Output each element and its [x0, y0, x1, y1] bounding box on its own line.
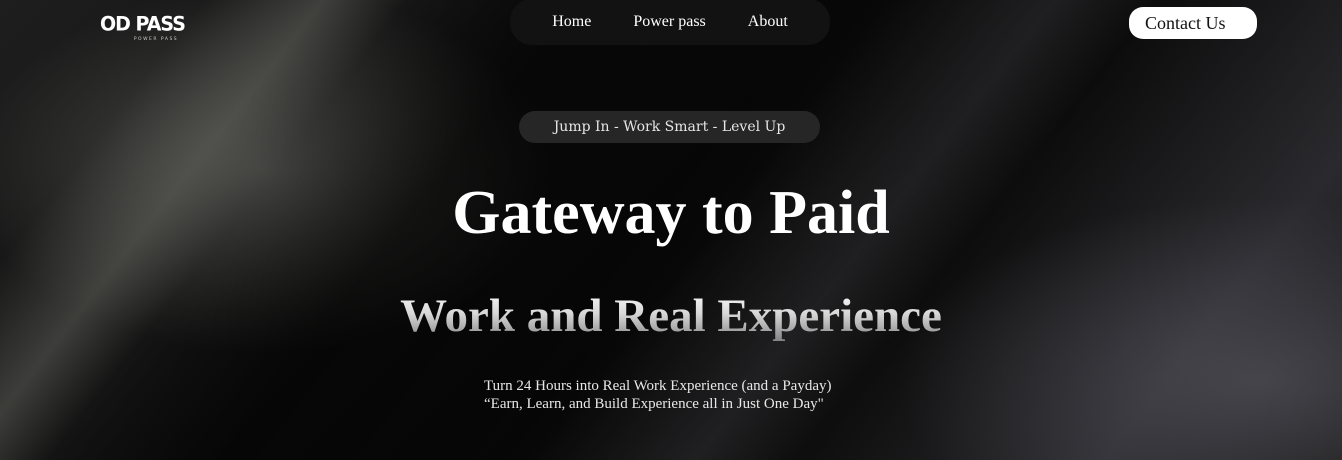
- hero-subtitle-line-2: “Earn, Learn, and Build Experience all i…: [484, 396, 824, 412]
- nav-item-about[interactable]: About: [748, 13, 788, 31]
- logo-subtext: POWER PASS: [133, 37, 179, 42]
- logo-text: OD PASS: [100, 12, 186, 36]
- nav-item-power-pass[interactable]: Power pass: [633, 13, 705, 31]
- hero-title-secondary: Work and Real Experience: [0, 288, 1342, 344]
- contact-us-button[interactable]: Contact Us: [1129, 7, 1257, 39]
- nav-item-home[interactable]: Home: [552, 13, 591, 31]
- main-nav: Home Power pass About: [510, 0, 830, 45]
- hero-subtitle: Turn 24 Hours into Real Work Experience …: [484, 377, 831, 413]
- brand-logo[interactable]: OD PASS POWER PASS: [100, 12, 192, 50]
- hero-title: Gateway to Paid: [452, 179, 890, 247]
- landing-page: OD PASS POWER PASS Home Power pass About…: [0, 0, 1342, 460]
- hero-subtitle-line-1: Turn 24 Hours into Real Work Experience …: [484, 378, 832, 394]
- tagline-badge: Jump In - Work Smart - Level Up: [519, 111, 820, 143]
